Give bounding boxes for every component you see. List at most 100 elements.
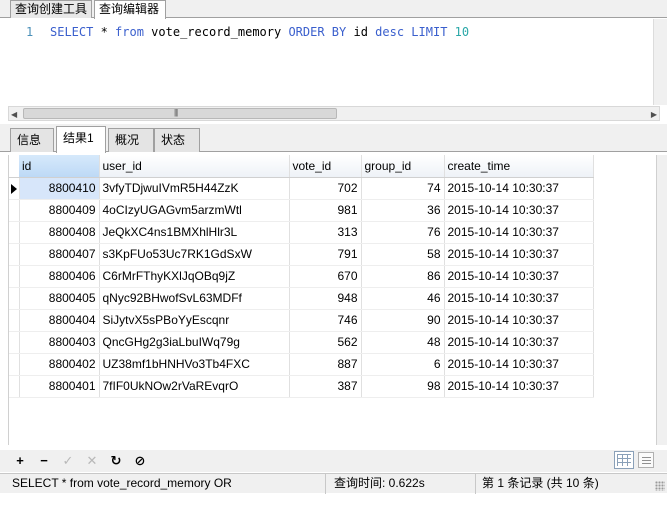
row-indicator[interactable] <box>9 199 20 222</box>
cell-user-id[interactable]: s3KpFUo53Uc7RK1GdSxW <box>99 243 290 266</box>
kw-select: SELECT <box>50 25 94 39</box>
table-row[interactable]: 8800403 QncGHg2g3iaLbuIWq79g 562 48 2015-10-… <box>9 331 594 354</box>
check-icon[interactable]: ✓ <box>60 453 76 469</box>
table-row[interactable]: 8800404 SiJytvX5sPBoYyEscqnr 746 90 2015-10-… <box>9 309 594 332</box>
cell-user-id[interactable]: JeQkXC4ns1BMXhlHlr3L <box>99 221 290 244</box>
table-row[interactable]: 8800409 4oCIzyUGAGvm5arzmWtl 981 36 2015-10-… <box>9 199 594 222</box>
cell-create-time[interactable]: 2015-10-14 10:30:37 <box>444 375 594 398</box>
row-indicator[interactable] <box>9 287 20 310</box>
cell-create-time[interactable]: 2015-10-14 10:30:37 <box>444 221 594 244</box>
cell-create-time[interactable]: 2015-10-14 10:30:37 <box>444 199 594 222</box>
cell-user-id[interactable]: 3vfyTDjwuIVmR5H44ZzK <box>99 177 290 200</box>
column-header-group-id[interactable]: group_id <box>361 155 445 178</box>
cell-vote-id[interactable]: 887 <box>289 353 362 376</box>
table-row[interactable]: 8800405 qNyc92BHwofSvL63MDFf 948 46 2015-10-… <box>9 287 594 310</box>
scrollbar-thumb[interactable]: ||| <box>23 108 337 119</box>
cell-id[interactable]: 8800406 <box>19 265 100 288</box>
editor-horizontal-scrollbar[interactable]: ◀ ||| ▶ <box>8 106 660 121</box>
table-row[interactable]: 8800402 UZ38mf1bHNHVo3Tb4FXC 887 6 2015-10-1… <box>9 353 594 376</box>
minus-icon[interactable]: − <box>36 453 52 469</box>
table-row[interactable]: 8800408 JeQkXC4ns1BMXhlHlr3L 313 76 2015-10-… <box>9 221 594 244</box>
cell-create-time[interactable]: 2015-10-14 10:30:37 <box>444 243 594 266</box>
row-indicator[interactable] <box>9 375 20 398</box>
cell-vote-id[interactable]: 702 <box>289 177 362 200</box>
cell-vote-id[interactable]: 981 <box>289 199 362 222</box>
editor-vertical-scrollbar[interactable] <box>653 19 667 105</box>
stop-icon[interactable]: ⊘ <box>132 453 148 469</box>
cell-create-time[interactable]: 2015-10-14 10:30:37 <box>444 309 594 332</box>
cell-vote-id[interactable]: 791 <box>289 243 362 266</box>
plus-icon[interactable]: + <box>12 453 28 469</box>
cell-id[interactable]: 8800401 <box>19 375 100 398</box>
cell-user-id[interactable]: 7fIF0UkNOw2rVaREvqrO <box>99 375 290 398</box>
cell-group-id[interactable]: 90 <box>361 309 445 332</box>
row-indicator[interactable] <box>9 177 20 200</box>
cell-group-id[interactable]: 6 <box>361 353 445 376</box>
cell-id[interactable]: 8800404 <box>19 309 100 332</box>
cell-vote-id[interactable]: 948 <box>289 287 362 310</box>
tab-result-1[interactable]: 结果1 <box>56 126 106 153</box>
cell-vote-id[interactable]: 562 <box>289 331 362 354</box>
row-indicator[interactable] <box>9 331 20 354</box>
resize-grip-icon[interactable] <box>655 481 665 491</box>
cell-group-id[interactable]: 36 <box>361 199 445 222</box>
cell-group-id[interactable]: 98 <box>361 375 445 398</box>
result-grid[interactable]: id user_id vote_id group_id create_time … <box>8 155 656 445</box>
cell-id[interactable]: 8800403 <box>19 331 100 354</box>
column-header-user-id[interactable]: user_id <box>99 155 290 178</box>
tab-status[interactable]: 状态 <box>154 128 200 152</box>
cell-id[interactable]: 8800408 <box>19 221 100 244</box>
form-view-icon[interactable] <box>638 452 654 468</box>
table-row[interactable]: 8800401 7fIF0UkNOw2rVaREvqrO 387 98 2015-10-… <box>9 375 594 398</box>
cell-id[interactable]: 8800405 <box>19 287 100 310</box>
table-row[interactable]: 8800407 s3KpFUo53Uc7RK1GdSxW 791 58 2015-10-… <box>9 243 594 266</box>
column-header-create-time[interactable]: create_time <box>444 155 594 178</box>
cell-id[interactable]: 8800409 <box>19 199 100 222</box>
row-indicator[interactable] <box>9 353 20 376</box>
table-row[interactable]: 8800406 C6rMrFThyKXlJqOBq9jZ 670 86 2015-10-… <box>9 265 594 288</box>
tab-query-editor[interactable]: 查询编辑器 <box>94 0 166 19</box>
tab-info[interactable]: 信息 <box>10 128 54 152</box>
cell-group-id[interactable]: 76 <box>361 221 445 244</box>
tab-profile[interactable]: 概况 <box>108 128 154 152</box>
scroll-left-icon[interactable]: ◀ <box>11 110 17 119</box>
cell-group-id[interactable]: 58 <box>361 243 445 266</box>
table-row[interactable]: 8800410 3vfyTDjwuIVmR5H44ZzK 702 74 2015-10-… <box>9 177 594 200</box>
cell-user-id[interactable]: UZ38mf1bHNHVo3Tb4FXC <box>99 353 290 376</box>
cell-group-id[interactable]: 74 <box>361 177 445 200</box>
cell-id[interactable]: 8800402 <box>19 353 100 376</box>
row-indicator[interactable] <box>9 243 20 266</box>
cell-group-id[interactable]: 86 <box>361 265 445 288</box>
cell-create-time[interactable]: 2015-10-14 10:30:37 <box>444 177 594 200</box>
cell-create-time[interactable]: 2015-10-14 10:30:37 <box>444 287 594 310</box>
cell-create-time[interactable]: 2015-10-14 10:30:37 <box>444 353 594 376</box>
cell-id[interactable]: 8800410 <box>19 177 100 200</box>
cell-vote-id[interactable]: 313 <box>289 221 362 244</box>
tab-query-builder[interactable]: 查询创建工具 <box>10 0 92 18</box>
cell-vote-id[interactable]: 746 <box>289 309 362 332</box>
cell-user-id[interactable]: C6rMrFThyKXlJqOBq9jZ <box>99 265 290 288</box>
grid-view-icon[interactable] <box>614 451 634 469</box>
sql-code-line[interactable]: SELECT * from vote_record_memory ORDER B… <box>50 25 469 39</box>
cell-vote-id[interactable]: 387 <box>289 375 362 398</box>
cell-user-id[interactable]: SiJytvX5sPBoYyEscqnr <box>99 309 290 332</box>
cross-icon[interactable]: ✕ <box>84 453 100 469</box>
cell-create-time[interactable]: 2015-10-14 10:30:37 <box>444 265 594 288</box>
cell-group-id[interactable]: 46 <box>361 287 445 310</box>
cell-user-id[interactable]: QncGHg2g3iaLbuIWq79g <box>99 331 290 354</box>
cell-create-time[interactable]: 2015-10-14 10:30:37 <box>444 331 594 354</box>
row-indicator[interactable] <box>9 309 20 332</box>
row-indicator[interactable] <box>9 221 20 244</box>
cell-id[interactable]: 8800407 <box>19 243 100 266</box>
sql-editor[interactable]: 1 SELECT * from vote_record_memory ORDER… <box>0 19 667 105</box>
scroll-right-icon[interactable]: ▶ <box>651 110 657 119</box>
cell-vote-id[interactable]: 670 <box>289 265 362 288</box>
cell-user-id[interactable]: qNyc92BHwofSvL63MDFf <box>99 287 290 310</box>
grid-vertical-scrollbar[interactable] <box>656 155 667 445</box>
cell-user-id[interactable]: 4oCIzyUGAGvm5arzmWtl <box>99 199 290 222</box>
column-header-id[interactable]: id <box>19 155 100 178</box>
column-header-vote-id[interactable]: vote_id <box>289 155 362 178</box>
row-indicator[interactable] <box>9 265 20 288</box>
cell-group-id[interactable]: 48 <box>361 331 445 354</box>
refresh-icon[interactable]: ↻ <box>108 453 124 469</box>
